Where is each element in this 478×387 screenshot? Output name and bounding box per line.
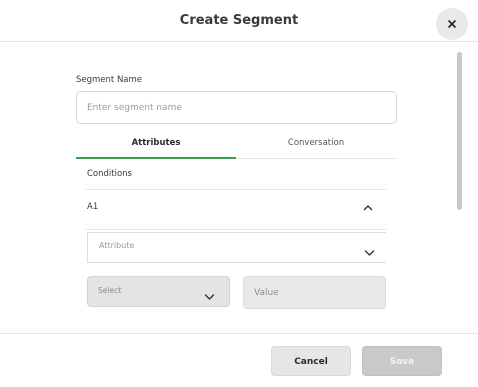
conditions-label: Conditions (87, 169, 132, 179)
tab-attributes[interactable]: Attributes (76, 132, 236, 159)
chevron-down-icon (364, 242, 375, 261)
segment-name-label: Segment Name (76, 75, 143, 85)
close-button[interactable] (436, 8, 468, 40)
chevron-up-icon (363, 196, 373, 215)
save-button[interactable]: Save (362, 346, 442, 376)
scrollbar-thumb[interactable] (457, 52, 462, 210)
segment-tabs: Attributes Conversation (76, 132, 397, 159)
tab-conversation[interactable]: Conversation (236, 132, 396, 159)
scrollbar[interactable] (457, 52, 463, 212)
operator-select[interactable]: Select (87, 276, 230, 307)
value-input[interactable] (243, 276, 386, 309)
close-icon (448, 20, 456, 28)
operator-select-placeholder: Select (98, 286, 122, 295)
condition-group-label: A1 (87, 202, 99, 212)
divider (86, 229, 386, 230)
cancel-button[interactable]: Cancel (271, 346, 351, 376)
dialog-header: Create Segment (0, 0, 478, 42)
attribute-select-placeholder: Attribute (99, 241, 135, 250)
divider (86, 189, 386, 190)
segment-name-input[interactable] (76, 91, 397, 124)
chevron-down-icon (204, 286, 215, 305)
dialog-footer: Cancel Save (0, 334, 478, 387)
collapse-group-button[interactable] (359, 197, 377, 213)
attribute-select[interactable]: Attribute (87, 232, 386, 263)
create-segment-dialog: Create Segment Segment Name Attributes C… (0, 0, 478, 387)
dialog-body: Segment Name Attributes Conversation Con… (0, 42, 478, 334)
dialog-title: Create Segment (179, 13, 299, 28)
